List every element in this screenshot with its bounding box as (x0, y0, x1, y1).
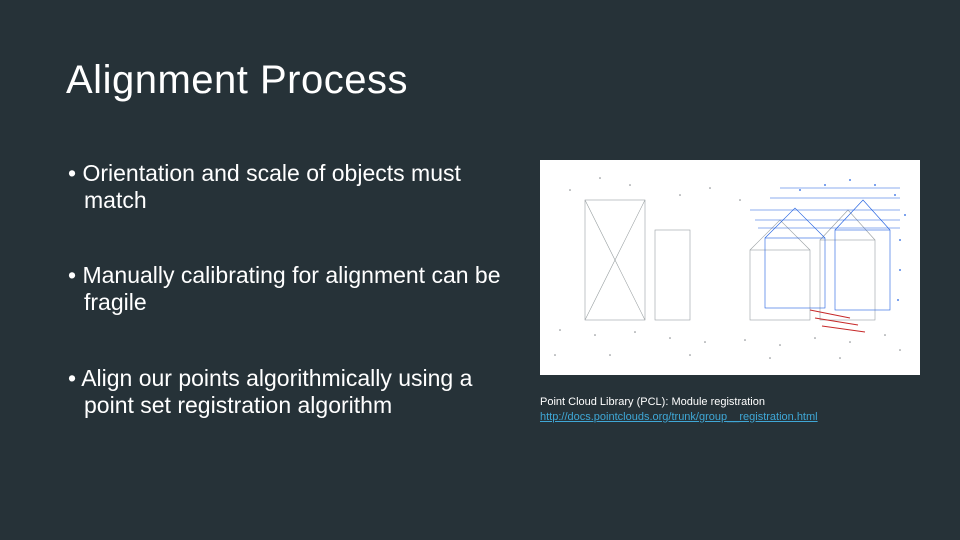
figure-caption: Point Cloud Library (PCL): Module regist… (540, 395, 940, 425)
bullet-item: Align our points algorithmically using a… (66, 365, 506, 419)
bullet-item: Manually calibrating for alignment can b… (66, 262, 506, 316)
slide-title: Alignment Process (66, 58, 408, 103)
point-cloud-figure (540, 160, 920, 375)
bullet-item: Orientation and scale of objects must ma… (66, 160, 506, 214)
point-cloud-illustration-icon (540, 160, 920, 375)
caption-link[interactable]: http://docs.pointclouds.org/trunk/group_… (540, 411, 818, 423)
bullet-list: Orientation and scale of objects must ma… (66, 160, 506, 467)
caption-text: Point Cloud Library (PCL): Module regist… (540, 395, 940, 410)
